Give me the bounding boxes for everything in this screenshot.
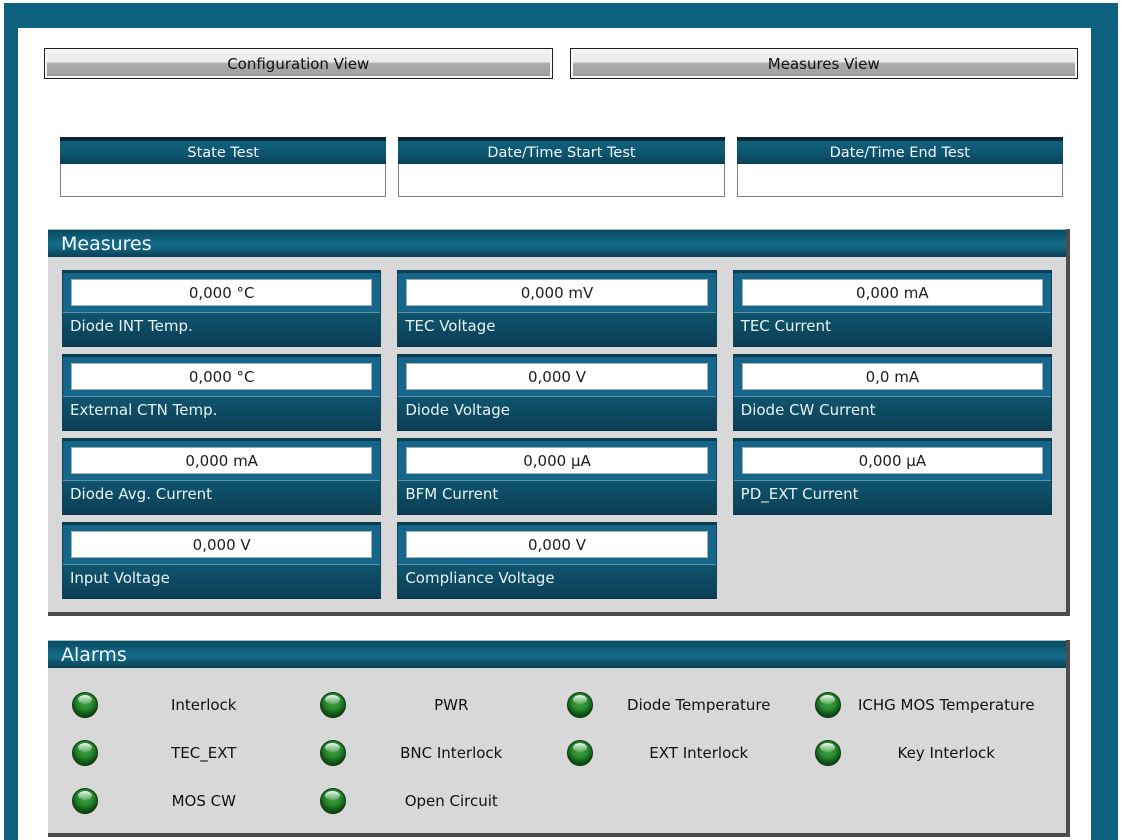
tab-measures-view[interactable]: Measures View bbox=[570, 48, 1079, 79]
alarms-panel-title: Alarms bbox=[48, 640, 1066, 668]
measure-label: Diode INT Temp. bbox=[63, 312, 380, 346]
view-tabs: Configuration View Measures View bbox=[44, 48, 1078, 79]
alarm-led-icon bbox=[72, 788, 98, 814]
status-field-state-test: State Test bbox=[60, 137, 386, 197]
alarms-grid: Interlock PWR Diode Temperature ICHG MOS… bbox=[48, 668, 1066, 833]
status-field-start-test: Date/Time Start Test bbox=[398, 137, 724, 197]
measure-value: 0,000 mA bbox=[742, 279, 1043, 306]
measure-diode-int-temp: 0,000 °C Diode INT Temp. bbox=[62, 270, 381, 347]
alarm-led-icon bbox=[72, 740, 98, 766]
measure-compliance-voltage: 0,000 V Compliance Voltage bbox=[397, 522, 716, 599]
alarm-label: Key Interlock bbox=[841, 744, 1053, 762]
tab-configuration-view[interactable]: Configuration View bbox=[44, 48, 553, 79]
alarm-led-icon bbox=[567, 692, 593, 718]
status-value-state-test bbox=[60, 164, 386, 197]
window-frame-left bbox=[4, 3, 18, 840]
measure-value: 0,000 V bbox=[406, 363, 707, 390]
alarm-key-interlock: Key Interlock bbox=[805, 729, 1053, 777]
measure-value: 0,000 mA bbox=[71, 447, 372, 474]
measure-label: Compliance Voltage bbox=[398, 564, 715, 598]
status-value-end-test bbox=[737, 164, 1063, 197]
alarm-led-icon bbox=[72, 692, 98, 718]
alarm-label: Interlock bbox=[98, 696, 310, 714]
alarm-label: EXT Interlock bbox=[593, 744, 805, 762]
alarm-label: ICHG MOS Temperature bbox=[841, 696, 1053, 714]
measure-value: 0,000 V bbox=[406, 531, 707, 558]
alarm-ichg-mos-temperature: ICHG MOS Temperature bbox=[805, 681, 1053, 729]
measure-label: Input Voltage bbox=[63, 564, 380, 598]
alarm-interlock: Interlock bbox=[62, 681, 310, 729]
tab-configuration-view-label: Configuration View bbox=[227, 55, 369, 73]
alarm-label: MOS CW bbox=[98, 792, 310, 810]
alarm-led-icon bbox=[320, 788, 346, 814]
alarm-pwr: PWR bbox=[310, 681, 558, 729]
measure-label: BFM Current bbox=[398, 480, 715, 514]
main-content: Configuration View Measures View State T… bbox=[44, 0, 1078, 837]
alarm-label: Open Circuit bbox=[346, 792, 558, 810]
alarm-bnc-interlock: BNC Interlock bbox=[310, 729, 558, 777]
measure-value: 0,000 µA bbox=[742, 447, 1043, 474]
measure-external-ctn-temp: 0,000 °C External CTN Temp. bbox=[62, 354, 381, 431]
status-value-start-test bbox=[398, 164, 724, 197]
measure-label: Diode CW Current bbox=[734, 396, 1051, 430]
alarm-led-icon bbox=[320, 740, 346, 766]
measure-bfm-current: 0,000 µA BFM Current bbox=[397, 438, 716, 515]
measure-input-voltage: 0,000 V Input Voltage bbox=[62, 522, 381, 599]
measure-diode-voltage: 0,000 V Diode Voltage bbox=[397, 354, 716, 431]
measure-value: 0,000 V bbox=[71, 531, 372, 558]
alarm-led-icon bbox=[815, 740, 841, 766]
tab-measures-view-label: Measures View bbox=[768, 55, 880, 73]
measure-label: External CTN Temp. bbox=[63, 396, 380, 430]
measure-label: PD_EXT Current bbox=[734, 480, 1051, 514]
test-status-row: State Test Date/Time Start Test Date/Tim… bbox=[60, 137, 1063, 197]
window-frame-right bbox=[1091, 3, 1118, 840]
measure-tec-voltage: 0,000 mV TEC Voltage bbox=[397, 270, 716, 347]
alarm-tec-ext: TEC_EXT bbox=[62, 729, 310, 777]
measure-label: TEC Voltage bbox=[398, 312, 715, 346]
alarm-diode-temperature: Diode Temperature bbox=[557, 681, 805, 729]
alarm-led-icon bbox=[320, 692, 346, 718]
alarm-open-circuit: Open Circuit bbox=[310, 777, 558, 825]
measure-label: Diode Avg. Current bbox=[63, 480, 380, 514]
status-header-state-test: State Test bbox=[60, 137, 386, 164]
alarm-led-icon bbox=[567, 740, 593, 766]
alarms-grid-empty-cell bbox=[557, 777, 805, 825]
alarms-panel: Alarms Interlock PWR Diode Temperature I… bbox=[48, 640, 1070, 837]
alarm-label: TEC_EXT bbox=[98, 744, 310, 762]
measure-value: 0,000 µA bbox=[406, 447, 707, 474]
alarm-label: Diode Temperature bbox=[593, 696, 805, 714]
alarm-led-icon bbox=[815, 692, 841, 718]
measure-value: 0,000 °C bbox=[71, 279, 372, 306]
measure-diode-avg-current: 0,000 mA Diode Avg. Current bbox=[62, 438, 381, 515]
status-field-end-test: Date/Time End Test bbox=[737, 137, 1063, 197]
measure-label: Diode Voltage bbox=[398, 396, 715, 430]
status-header-start-test: Date/Time Start Test bbox=[398, 137, 724, 164]
alarm-label: PWR bbox=[346, 696, 558, 714]
measure-value: 0,0 mA bbox=[742, 363, 1043, 390]
measure-value: 0,000 °C bbox=[71, 363, 372, 390]
status-header-end-test: Date/Time End Test bbox=[737, 137, 1063, 164]
measures-panel-title: Measures bbox=[48, 229, 1066, 257]
measures-panel: Measures 0,000 °C Diode INT Temp. 0,000 … bbox=[48, 229, 1070, 616]
alarm-label: BNC Interlock bbox=[346, 744, 558, 762]
measure-label: TEC Current bbox=[734, 312, 1051, 346]
measures-grid-empty-cell bbox=[733, 522, 1052, 599]
measure-pd-ext-current: 0,000 µA PD_EXT Current bbox=[733, 438, 1052, 515]
alarms-grid-empty-cell bbox=[805, 777, 1053, 825]
measure-diode-cw-current: 0,0 mA Diode CW Current bbox=[733, 354, 1052, 431]
alarm-mos-cw: MOS CW bbox=[62, 777, 310, 825]
measure-tec-current: 0,000 mA TEC Current bbox=[733, 270, 1052, 347]
measure-value: 0,000 mV bbox=[406, 279, 707, 306]
measures-grid: 0,000 °C Diode INT Temp. 0,000 mV TEC Vo… bbox=[48, 257, 1066, 612]
alarm-ext-interlock: EXT Interlock bbox=[557, 729, 805, 777]
